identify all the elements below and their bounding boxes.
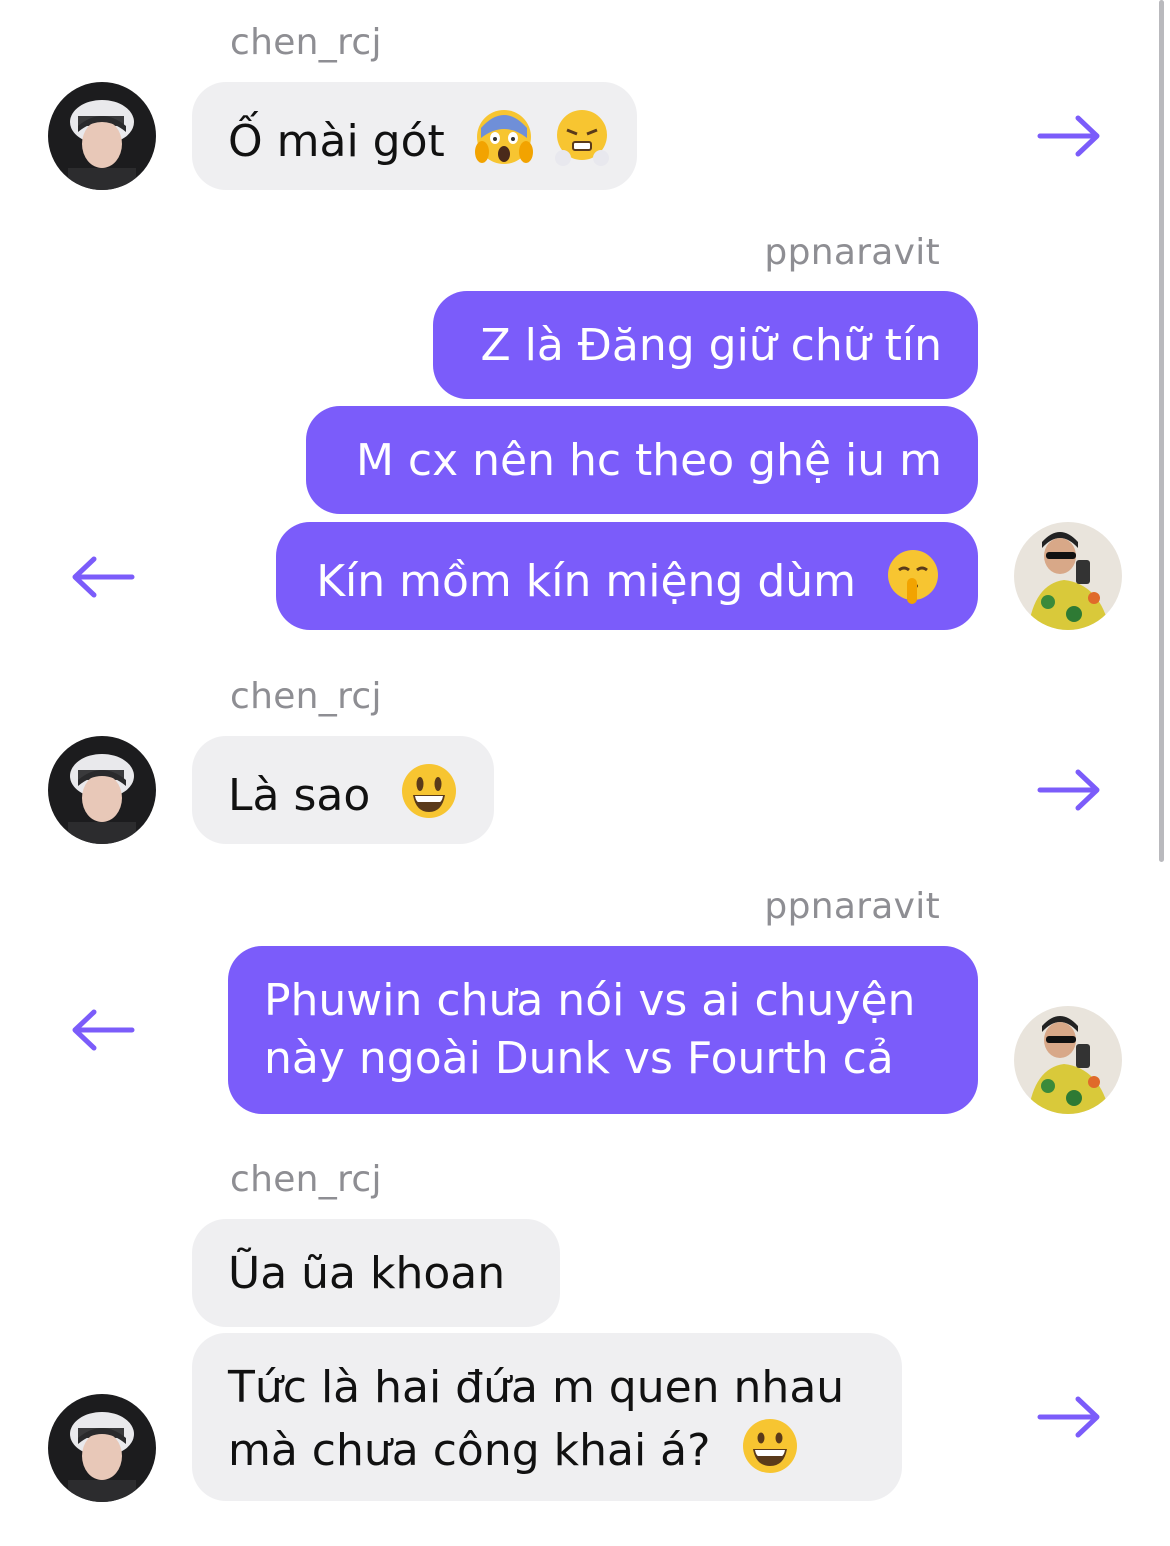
- message-bubble-incoming[interactable]: Là sao: [192, 736, 494, 844]
- message-text: Kín mồm kín miệng dùm: [316, 556, 856, 607]
- message-text-line: Phuwin chưa nói vs ai chuyện: [264, 975, 916, 1026]
- message-text: M cx nên hc theo ghệ iu m: [355, 435, 942, 486]
- message-text: mà chưa công khai á?: [228, 1425, 711, 1476]
- message-text: Z là Đăng giữ chữ tín: [480, 320, 942, 371]
- message-bubble-incoming[interactable]: Ũa ũa khoan: [192, 1219, 560, 1327]
- avatar-chen-rcj[interactable]: [48, 1394, 156, 1502]
- sender-name: chen_rcj: [230, 22, 382, 63]
- grinning-face-emoji: [741, 1417, 799, 1475]
- sender-name: ppnaravit: [764, 232, 940, 273]
- reply-arrow-right-icon[interactable]: [1034, 106, 1104, 166]
- message-text: Là sao: [228, 770, 371, 821]
- reply-arrow-right-icon[interactable]: [1034, 1387, 1104, 1447]
- reply-arrow-left-icon[interactable]: [68, 1000, 138, 1060]
- message-text-line: Tức là hai đứa m quen nhau: [228, 1362, 845, 1413]
- message-text: Ũa ũa khoan: [228, 1248, 506, 1299]
- message-text-line: này ngoài Dunk vs Fourth cả: [264, 1033, 894, 1084]
- avatar-ppnaravit[interactable]: [1014, 1006, 1122, 1114]
- sender-name: chen_rcj: [230, 1159, 382, 1200]
- message-bubble-incoming[interactable]: Tức là hai đứa m quen nhau mà chưa công …: [192, 1333, 902, 1501]
- avatar-chen-rcj[interactable]: [48, 736, 156, 844]
- message-text-line-with-emoji: mà chưa công khai á?: [228, 1417, 866, 1480]
- message-bubble-outgoing[interactable]: M cx nên hc theo ghệ iu m: [306, 406, 978, 514]
- shushing-face-emoji: [884, 548, 942, 606]
- face-with-steam-emoji: [553, 108, 611, 166]
- reply-arrow-left-icon[interactable]: [68, 547, 138, 607]
- grinning-face-big-eyes-emoji: [400, 762, 458, 820]
- reply-arrow-right-icon[interactable]: [1034, 760, 1104, 820]
- message-bubble-outgoing[interactable]: Z là Đăng giữ chữ tín: [433, 291, 978, 399]
- scrollbar[interactable]: [1159, 0, 1164, 862]
- avatar-ppnaravit[interactable]: [1014, 522, 1122, 630]
- sender-name: chen_rcj: [230, 676, 382, 717]
- sender-name: ppnaravit: [764, 886, 940, 927]
- message-bubble-outgoing[interactable]: Kín mồm kín miệng dùm: [276, 522, 978, 630]
- face-screaming-in-fear-emoji: [474, 108, 533, 166]
- avatar-chen-rcj[interactable]: [48, 82, 156, 190]
- message-bubble-incoming[interactable]: Ố mài gót: [192, 82, 637, 190]
- message-bubble-outgoing[interactable]: Phuwin chưa nói vs ai chuyện này ngoài D…: [228, 946, 978, 1114]
- message-text: Ố mài gót: [228, 116, 445, 167]
